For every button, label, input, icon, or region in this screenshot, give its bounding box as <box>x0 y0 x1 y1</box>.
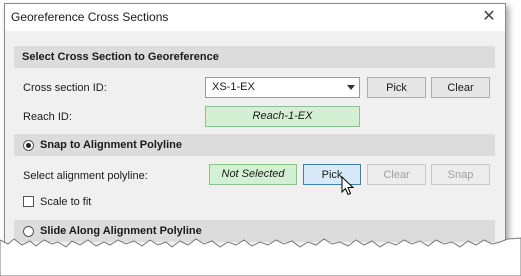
scale-to-fit-checkbox[interactable] <box>23 196 34 207</box>
scale-to-fit-label: Scale to fit <box>40 196 92 208</box>
snap-button[interactable]: Snap <box>431 164 490 185</box>
polyline-clear-button[interactable]: Clear <box>367 164 426 185</box>
reach-label: Reach ID: <box>23 111 72 123</box>
chevron-down-icon <box>347 85 355 90</box>
cross-section-clear-button[interactable]: Clear <box>431 77 490 98</box>
torn-edge-decoration <box>0 237 521 276</box>
cross-section-value: XS-1-EX <box>212 81 255 93</box>
section-title-select: Select Cross Section to Georeference <box>22 51 219 63</box>
title-bar: Georeference Cross Sections ✕ <box>5 4 505 31</box>
cross-section-pick-button[interactable]: Pick <box>367 77 426 98</box>
close-icon[interactable]: ✕ <box>479 6 499 28</box>
mouse-cursor-icon <box>341 176 355 196</box>
reach-id-value: Reach-1-EX <box>252 110 313 122</box>
window-title: Georeference Cross Sections <box>11 10 169 24</box>
polyline-label: Select alignment polyline: <box>23 170 148 182</box>
section-title-snap: Snap to Alignment Polyline <box>40 139 182 151</box>
polyline-field: Not Selected <box>209 164 297 185</box>
cross-section-dropdown[interactable]: XS-1-EX <box>205 77 360 98</box>
snap-radio[interactable] <box>23 140 34 151</box>
section-header-snap[interactable]: Snap to Alignment Polyline <box>14 134 495 156</box>
polyline-value: Not Selected <box>221 168 285 180</box>
section-header-select: Select Cross Section to Georeference <box>14 46 495 68</box>
reach-id-field: Reach-1-EX <box>205 106 360 127</box>
dialog-window: Georeference Cross Sections ✕ Select Cro… <box>4 3 506 267</box>
cross-section-label: Cross section ID: <box>23 82 107 94</box>
